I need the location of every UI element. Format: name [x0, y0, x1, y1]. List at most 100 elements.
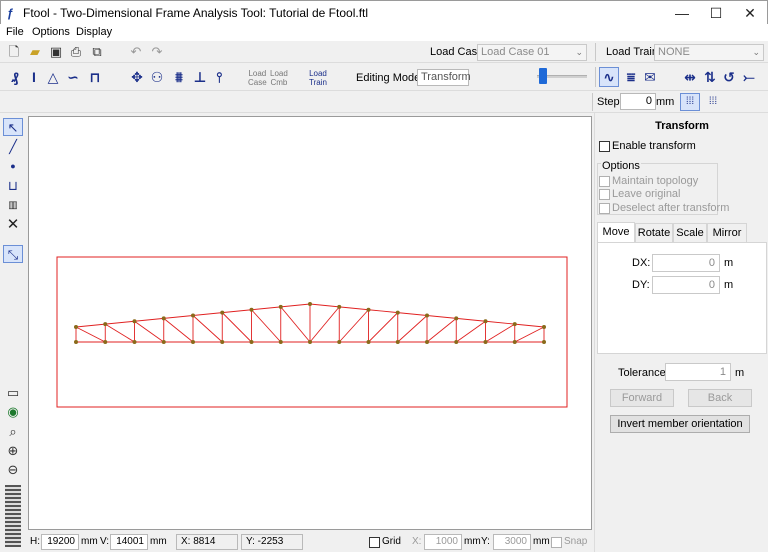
truss-node[interactable]: [132, 340, 137, 344]
frame-icon[interactable]: ⊓: [86, 68, 104, 86]
truss-node[interactable]: [278, 340, 283, 344]
zoom-out-icon[interactable]: ⊖: [3, 461, 23, 479]
truss-node[interactable]: [425, 313, 429, 318]
display-icon[interactable]: ▭: [3, 384, 23, 402]
truss-node[interactable]: [512, 340, 517, 344]
tab-move[interactable]: Move: [597, 222, 635, 242]
truss-node[interactable]: [308, 302, 312, 306]
truss-node[interactable]: [220, 310, 225, 315]
diagonal-member[interactable]: [309, 306, 340, 343]
truss-node[interactable]: [425, 340, 429, 344]
truss-node[interactable]: [512, 322, 517, 327]
triangle-icon[interactable]: △: [44, 68, 62, 86]
top-chord-member[interactable]: [426, 315, 457, 319]
tolerance-input[interactable]: 1: [665, 363, 731, 381]
deselect-checkbox[interactable]: [599, 203, 610, 214]
zoom-icon[interactable]: ⌕: [3, 423, 23, 441]
top-chord-member[interactable]: [134, 317, 164, 322]
open-folder-icon[interactable]: ▰: [27, 44, 43, 60]
zoom-in-icon[interactable]: ⊕: [3, 442, 23, 460]
model-icon[interactable]: ₰: [6, 68, 24, 86]
undo-icon[interactable]: ↶: [128, 44, 144, 60]
truss-node[interactable]: [132, 319, 137, 324]
truss-node[interactable]: [483, 319, 488, 324]
h-input[interactable]: 19200: [41, 534, 79, 550]
thermometer-icon[interactable]: ⫯: [210, 68, 228, 86]
invert-orientation-button[interactable]: Invert member orientation: [610, 415, 750, 433]
diagram-icon[interactable]: ∿: [599, 67, 619, 87]
menu-options[interactable]: Options: [32, 26, 70, 38]
top-chord-member[interactable]: [485, 320, 515, 325]
dimension-icon[interactable]: ⊔: [3, 177, 23, 195]
print-icon[interactable]: ⎙: [68, 44, 84, 60]
top-chord-member[interactable]: [514, 323, 545, 328]
truss-node[interactable]: [191, 313, 195, 318]
node-dot-icon[interactable]: ●: [3, 157, 23, 175]
more-results-icon[interactable]: ⤚: [740, 68, 758, 86]
shear-force-icon[interactable]: ⇅: [701, 68, 719, 86]
top-chord-member[interactable]: [163, 315, 194, 319]
truss-node[interactable]: [395, 310, 400, 315]
truss-node[interactable]: [337, 340, 342, 344]
curve-icon[interactable]: ∽: [64, 68, 82, 86]
diagonal-member[interactable]: [485, 323, 515, 343]
grid-ruler-icon[interactable]: ⁞⁞⁞: [680, 93, 700, 111]
top-chord-member[interactable]: [339, 306, 369, 311]
truss-node[interactable]: [454, 316, 459, 321]
top-chord-member[interactable]: [397, 312, 428, 316]
select-arrow-icon[interactable]: ↖: [3, 118, 23, 136]
top-chord-member[interactable]: [309, 303, 340, 308]
load-comb-toggle[interactable]: Load Cmb: [270, 69, 288, 87]
new-file-icon[interactable]: 🗋: [6, 44, 22, 60]
bending-moment-icon[interactable]: ↺: [720, 68, 738, 86]
redo-icon[interactable]: ↷: [149, 44, 165, 60]
distributed-load-icon[interactable]: ⩩: [170, 68, 188, 86]
truss-node[interactable]: [395, 340, 400, 344]
truss-node[interactable]: [366, 340, 371, 344]
truss-node[interactable]: [308, 340, 312, 344]
truss-node[interactable]: [366, 307, 371, 312]
top-chord-member[interactable]: [75, 323, 106, 328]
diagonal-member[interactable]: [455, 320, 486, 343]
dy-input[interactable]: 0: [652, 276, 720, 294]
truss-node[interactable]: [74, 325, 78, 329]
truss-node[interactable]: [337, 304, 342, 309]
maximize-button[interactable]: ☐: [699, 1, 733, 25]
globe-icon[interactable]: ◉: [3, 403, 23, 421]
diagonal-member[interactable]: [426, 318, 457, 343]
diagonal-member[interactable]: [251, 309, 282, 343]
top-chord-member[interactable]: [280, 303, 311, 308]
tab-scale[interactable]: Scale: [673, 223, 707, 242]
diagonal-member[interactable]: [397, 315, 428, 343]
load-train-toggle[interactable]: Load Train: [309, 69, 327, 87]
dx-input[interactable]: 0: [652, 254, 720, 272]
model-canvas[interactable]: [28, 116, 592, 530]
node-icon[interactable]: ✥: [128, 68, 146, 86]
close-button[interactable]: ✕: [733, 1, 767, 25]
truss-node[interactable]: [103, 322, 108, 327]
diagonal-member[interactable]: [134, 320, 165, 343]
top-chord-member[interactable]: [456, 317, 486, 322]
fine-ruler-icon[interactable]: ⁞⁞⁞: [703, 94, 723, 110]
grid-x-input[interactable]: 1000: [424, 534, 462, 550]
diagonal-member[interactable]: [192, 315, 223, 343]
truss-node[interactable]: [278, 304, 283, 309]
truss-node[interactable]: [542, 340, 546, 344]
truss-node[interactable]: [220, 340, 225, 344]
bicycle-icon[interactable]: ⚇: [148, 68, 166, 86]
truss-node[interactable]: [483, 340, 488, 344]
load-case-toggle[interactable]: Load Case: [248, 69, 267, 87]
draw-line-icon[interactable]: ╱: [3, 138, 23, 156]
truss-node[interactable]: [103, 340, 108, 344]
load-case-select[interactable]: Load Case 01 ⌄: [477, 44, 587, 61]
diagonal-member[interactable]: [280, 306, 311, 343]
forward-button[interactable]: Forward: [610, 389, 674, 407]
diagonal-member[interactable]: [75, 326, 106, 343]
envelope-icon[interactable]: ✉: [641, 68, 659, 86]
v-input[interactable]: 14001: [110, 534, 148, 550]
diagonal-member[interactable]: [221, 312, 252, 343]
leave-original-checkbox[interactable]: [599, 189, 610, 200]
section-icon[interactable]: I: [25, 68, 43, 86]
moment-icon[interactable]: ⊥: [191, 68, 209, 86]
copy-icon[interactable]: ⧉: [89, 44, 105, 60]
